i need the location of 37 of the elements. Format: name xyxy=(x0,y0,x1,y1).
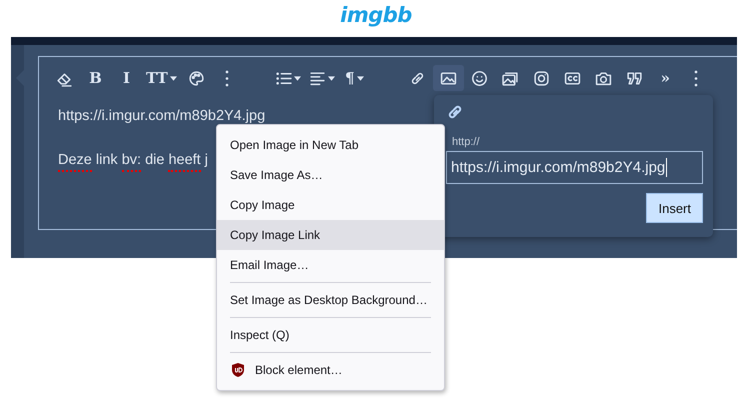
editor-text: Deze link bv: die heeft j xyxy=(58,149,208,172)
list-icon xyxy=(274,70,292,86)
align-icon xyxy=(308,70,326,86)
caret-icon xyxy=(328,76,335,80)
menu-item[interactable]: Save Image As… xyxy=(217,160,444,190)
smiley-icon xyxy=(470,70,488,86)
more-icon xyxy=(694,70,698,86)
link-icon xyxy=(446,103,464,121)
field-label: http:// xyxy=(452,136,480,148)
format-button[interactable]: B xyxy=(80,65,111,91)
menu-item[interactable]: Set Image as Desktop Background… xyxy=(217,285,444,315)
cc-icon xyxy=(564,70,581,86)
format-button[interactable]: TT xyxy=(142,65,181,91)
gallery-icon xyxy=(502,70,519,86)
format-button[interactable]: I xyxy=(111,65,142,91)
palette-icon xyxy=(188,70,205,86)
caret-icon xyxy=(170,76,177,80)
camera-icon xyxy=(594,70,612,86)
menu-item[interactable]: Block element… xyxy=(217,355,444,385)
shield-icon xyxy=(230,362,246,378)
url-input-field[interactable]: https://i.imgur.com/m89b2Y4.jpg xyxy=(446,151,703,184)
image-icon xyxy=(440,70,457,86)
quote-icon xyxy=(626,70,643,86)
caret-icon xyxy=(294,76,301,80)
insert-button[interactable]: Insert xyxy=(646,193,703,223)
format-button[interactable]: ¶ xyxy=(338,65,370,91)
more-icon xyxy=(225,70,230,86)
menu-item[interactable]: Copy Image xyxy=(217,190,444,220)
format-button[interactable]: » xyxy=(650,65,681,91)
menu-item[interactable]: Inspect (Q) xyxy=(217,320,444,350)
instagram-icon xyxy=(532,70,550,86)
caret-icon xyxy=(356,76,364,80)
editor-text: https://i.imgur.com/m89b2Y4.jpg xyxy=(58,107,266,126)
image-button[interactable] xyxy=(432,65,464,91)
menu-item[interactable]: Copy Image Link xyxy=(217,220,444,250)
menu-item[interactable]: Open Image in New Tab xyxy=(217,130,444,160)
menu-item[interactable]: Email Image… xyxy=(217,250,444,280)
